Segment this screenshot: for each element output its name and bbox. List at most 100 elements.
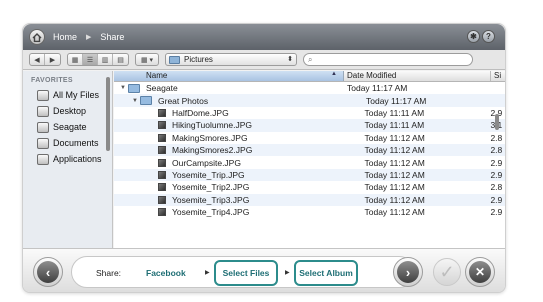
disclosure-triangle-icon[interactable]: ▼ bbox=[118, 85, 128, 91]
size-cell: 2.8 I bbox=[490, 145, 506, 156]
image-file-icon bbox=[158, 208, 166, 217]
vertical-scrollbar[interactable] bbox=[495, 114, 499, 130]
cancel-button[interactable]: ✕ bbox=[465, 257, 495, 287]
date-modified-cell: Today 11:11 AM bbox=[364, 120, 425, 131]
checkmark-icon: ✓ bbox=[439, 261, 455, 282]
image-file-icon bbox=[158, 121, 166, 130]
date-modified-cell: Today 11:12 AM bbox=[364, 182, 425, 193]
breadcrumb-home[interactable]: Home bbox=[53, 32, 77, 42]
file-name: Great Photos bbox=[158, 95, 209, 106]
share-steps: Share: Facebook ▶ Select Files ▶ Select … bbox=[71, 256, 415, 288]
list-view-icon[interactable]: ☰ bbox=[83, 54, 98, 65]
table-row[interactable]: Yosemite_Trip2.JPG Today 11:12 AM 2.8 I bbox=[114, 181, 505, 193]
column-view-icon[interactable]: ▥ bbox=[98, 54, 113, 65]
file-name-cell: Yosemite_Trip.JPG bbox=[114, 170, 342, 180]
date-modified-cell: Today 11:17 AM bbox=[366, 95, 427, 106]
sidebar-item-all-my-files[interactable]: All My Files bbox=[23, 87, 112, 103]
date-modified-cell: Today 11:12 AM bbox=[364, 157, 425, 168]
file-name-cell: HalfDome.JPG bbox=[114, 108, 342, 118]
desktop-icon bbox=[37, 105, 49, 117]
location-value: Pictures bbox=[184, 55, 213, 64]
sidebar-item-label: Applications bbox=[53, 154, 102, 164]
date-modified-cell: Today 11:12 AM bbox=[364, 169, 425, 180]
arrange-button[interactable]: ▦ ▾ bbox=[135, 53, 159, 66]
size-cell: 2.9 I bbox=[490, 157, 506, 168]
sidebar-item-applications[interactable]: Applications bbox=[23, 151, 112, 167]
folder-icon bbox=[140, 96, 152, 106]
gear-icon[interactable]: ✱ bbox=[467, 30, 480, 43]
sidebar-item-documents[interactable]: Documents bbox=[23, 135, 112, 151]
file-name: MakingSmores.JPG bbox=[172, 132, 248, 143]
table-row[interactable]: HikingTuolumne.JPGToday 11:11 AM3.1 I bbox=[114, 119, 505, 132]
sidebar-item-label: Seagate bbox=[53, 122, 87, 132]
next-button[interactable]: › bbox=[393, 257, 423, 287]
column-size[interactable]: Si bbox=[491, 71, 501, 81]
table-row[interactable]: ▼ Seagate Today 11:17 AM bbox=[114, 82, 505, 94]
image-file-icon bbox=[158, 158, 166, 167]
file-name: HalfDome.JPG bbox=[172, 107, 229, 118]
chevron-right-icon: › bbox=[397, 261, 419, 283]
file-name: Seagate bbox=[146, 83, 178, 94]
select-files-button[interactable]: Select Files bbox=[214, 260, 278, 286]
sort-ascending-icon: ▲ bbox=[331, 71, 337, 77]
file-name-cell: HikingTuolumne.JPG bbox=[114, 120, 342, 130]
sidebar-item-label: Desktop bbox=[53, 106, 87, 116]
confirm-button[interactable]: ✓ bbox=[433, 258, 461, 286]
sidebar-item-seagate[interactable]: Seagate bbox=[23, 119, 112, 135]
forward-icon[interactable]: ▶ bbox=[45, 54, 60, 65]
location-dropdown[interactable]: Pictures ⬍ bbox=[165, 53, 297, 66]
home-icon[interactable] bbox=[29, 29, 45, 45]
image-file-icon bbox=[158, 108, 166, 117]
disclosure-triangle-icon[interactable]: ▼ bbox=[130, 98, 140, 104]
date-modified-cell: Today 11:12 AM bbox=[364, 145, 425, 156]
sidebar-item-label: Documents bbox=[53, 138, 99, 148]
file-rows: ▼ Seagate Today 11:17 AM ▼ Great Photos Today… bbox=[114, 82, 506, 218]
step-arrow-icon: ▶ bbox=[285, 270, 290, 276]
back-button[interactable]: ‹ bbox=[33, 257, 63, 287]
table-row[interactable]: Yosemite_Trip.JPG Today 11:12 AM 2.9 I bbox=[114, 168, 506, 182]
column-size-label: Si bbox=[494, 71, 502, 80]
column-header: Name ▲ Date Modified Si bbox=[114, 71, 505, 82]
table-row[interactable]: ▼ Great Photos Today 11:17 AM bbox=[114, 94, 505, 107]
date-modified-cell: Today 11:12 AM bbox=[364, 194, 425, 205]
size-cell: 2.9 I bbox=[490, 169, 506, 180]
breadcrumb-separator-icon: ▶ bbox=[86, 34, 92, 41]
file-name: Yosemite_Trip.JPG bbox=[172, 169, 245, 180]
file-name-cell: Yosemite_Trip3.JPG bbox=[114, 195, 342, 205]
table-row[interactable]: OurCampsite.JPG Today 11:12 AM 2.9 I bbox=[114, 156, 506, 168]
column-date-modified[interactable]: Date Modified bbox=[344, 71, 491, 81]
date-modified-cell: Today 11:17 AM bbox=[347, 83, 408, 94]
file-name-cell: Yosemite_Trip2.JPG bbox=[114, 182, 342, 192]
help-icon[interactable]: ? bbox=[482, 30, 495, 43]
column-name[interactable]: Name ▲ bbox=[114, 71, 344, 81]
table-row[interactable]: MakingSmores.JPG Today 11:12 AM 2.8 I bbox=[114, 132, 506, 144]
table-row[interactable]: Yosemite_Trip3.JPG Today 11:12 AM 2.9 I bbox=[114, 193, 505, 206]
view-mode-buttons: ▦ ☰ ▥ ▤ bbox=[67, 53, 129, 66]
file-name-cell: ▼ Seagate bbox=[114, 83, 344, 93]
drive-icon bbox=[37, 121, 49, 133]
sidebar-item-label: All My Files bbox=[53, 90, 100, 100]
dropdown-arrows-icon: ⬍ bbox=[287, 56, 293, 63]
column-date-label: Date Modified bbox=[347, 71, 397, 80]
size-cell: 2.8 I bbox=[490, 132, 506, 143]
icon-view-icon[interactable]: ▦ bbox=[68, 54, 83, 65]
sidebar-item-desktop[interactable]: Desktop bbox=[23, 103, 112, 119]
folder-icon bbox=[169, 55, 180, 64]
select-album-button[interactable]: Select Album bbox=[294, 260, 358, 286]
image-file-icon bbox=[158, 146, 166, 155]
search-input[interactable]: ⌕ bbox=[303, 53, 473, 66]
table-row[interactable]: MakingSmores2.JPG Today 11:12 AM 2.8 I bbox=[114, 143, 506, 157]
table-row[interactable]: HalfDome.JPG Today 11:11 AM 2.9 I bbox=[114, 107, 505, 119]
nav-buttons: ◀ ▶ bbox=[29, 53, 61, 66]
size-cell: 2.9 I bbox=[490, 207, 506, 218]
sidebar-scrollbar[interactable] bbox=[106, 77, 110, 151]
chevron-left-icon: ‹ bbox=[37, 261, 59, 283]
applications-icon bbox=[37, 153, 49, 165]
back-icon[interactable]: ◀ bbox=[30, 54, 45, 65]
table-row[interactable]: Yosemite_Trip4.JPG Today 11:12 AM 2.9 I bbox=[114, 206, 506, 218]
file-name-cell: ▼ Great Photos bbox=[114, 96, 344, 106]
image-file-icon bbox=[158, 195, 166, 204]
column-name-label: Name bbox=[146, 71, 168, 80]
file-name-cell: Yosemite_Trip4.JPG bbox=[114, 207, 342, 217]
coverflow-view-icon[interactable]: ▤ bbox=[113, 54, 128, 65]
